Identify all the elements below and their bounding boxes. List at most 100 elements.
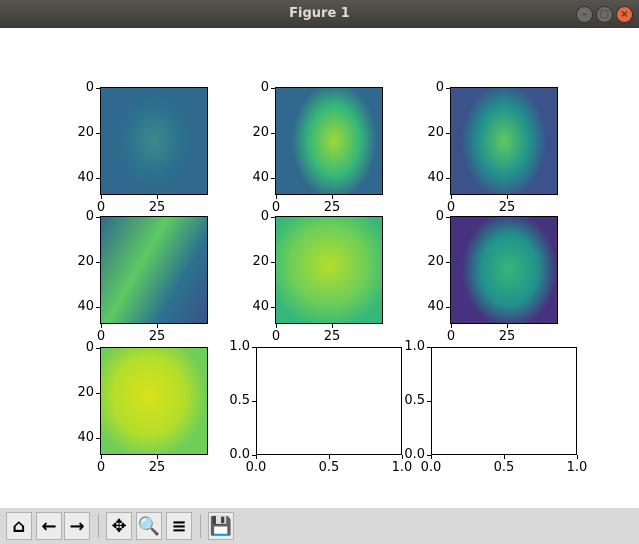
ytick-mark <box>271 178 275 179</box>
ytick-mark <box>96 348 100 349</box>
xtick-mark <box>451 195 452 199</box>
xtick-mark <box>157 195 158 199</box>
ytick-label: 40 <box>77 430 94 445</box>
xtick-mark <box>101 455 102 459</box>
zoom-button[interactable]: 🔍 <box>136 512 162 540</box>
back-icon: ← <box>41 515 57 537</box>
xtick-mark <box>451 324 452 328</box>
ytick-label: 20 <box>427 254 444 269</box>
subplot-axes-8 <box>256 347 402 455</box>
home-icon: ⌂ <box>12 515 26 537</box>
ytick-mark <box>96 217 100 218</box>
configure-icon: ≡ <box>171 515 187 537</box>
ytick-mark <box>96 178 100 179</box>
configure-button[interactable]: ≡ <box>166 512 192 540</box>
xtick-label: 25 <box>148 200 166 215</box>
xtick-label: 0 <box>96 460 106 475</box>
ytick-label: 20 <box>252 254 269 269</box>
face-image <box>276 217 382 323</box>
ytick-label: 0 <box>435 80 444 95</box>
ytick-label: 0 <box>435 209 444 224</box>
forward-icon: → <box>69 515 85 537</box>
xtick-mark <box>101 324 102 328</box>
ytick-label: 20 <box>252 125 269 140</box>
xtick-label: 0 <box>446 329 456 344</box>
face-image <box>101 88 207 194</box>
ytick-mark <box>427 401 431 402</box>
ytick-label: 20 <box>427 125 444 140</box>
ytick-label: 40 <box>252 299 269 314</box>
save-button[interactable]: 💾 <box>208 512 234 540</box>
xtick-mark <box>329 455 330 459</box>
ytick-mark <box>96 262 100 263</box>
ytick-label: 40 <box>427 299 444 314</box>
close-button[interactable]: × <box>616 6 633 23</box>
pan-icon: ✥ <box>111 515 127 537</box>
ytick-mark <box>271 262 275 263</box>
ytick-mark <box>446 262 450 263</box>
ytick-mark <box>96 133 100 134</box>
xtick-label: 0 <box>96 200 106 215</box>
home-button[interactable]: ⌂ <box>6 512 32 540</box>
xtick-mark <box>332 324 333 328</box>
subplot-axes-1 <box>100 87 208 195</box>
subplot-axes-2 <box>275 87 383 195</box>
minimize-button[interactable]: – <box>576 6 593 23</box>
navigation-toolbar: ⌂ ← → ✥ 🔍 ≡ 💾 <box>0 508 639 544</box>
xtick-label: 25 <box>148 460 166 475</box>
ytick-label: 40 <box>77 299 94 314</box>
subplot-axes-4 <box>100 216 208 324</box>
xtick-label: 0 <box>446 200 456 215</box>
face-image <box>451 88 557 194</box>
toolbar-separator <box>200 514 201 538</box>
ytick-mark <box>96 438 100 439</box>
xtick-mark <box>431 455 432 459</box>
face-image <box>101 348 207 454</box>
subplot-axes-7 <box>100 347 208 455</box>
xtick-mark <box>402 455 403 459</box>
xtick-label: 1.0 <box>391 460 413 475</box>
back-button[interactable]: ← <box>36 512 62 540</box>
ytick-label: 1.0 <box>404 339 425 354</box>
subplot-axes-3 <box>450 87 558 195</box>
xtick-label: 25 <box>498 329 516 344</box>
ytick-label: 0 <box>260 80 269 95</box>
ytick-mark <box>271 307 275 308</box>
ytick-mark <box>427 347 431 348</box>
xtick-mark <box>276 195 277 199</box>
ytick-label: 20 <box>77 385 94 400</box>
xtick-mark <box>332 195 333 199</box>
save-icon: 💾 <box>209 515 233 537</box>
ytick-mark <box>446 133 450 134</box>
xtick-label: 0 <box>96 329 106 344</box>
zoom-icon: 🔍 <box>137 515 161 537</box>
ytick-label: 0 <box>85 80 94 95</box>
ytick-label: 0 <box>85 209 94 224</box>
xtick-mark <box>157 324 158 328</box>
subplot-axes-9 <box>431 347 577 455</box>
maximize-button[interactable]: □ <box>596 6 613 23</box>
ytick-mark <box>271 133 275 134</box>
xtick-label: 25 <box>323 200 341 215</box>
xtick-label: 25 <box>498 200 516 215</box>
ytick-label: 0 <box>260 209 269 224</box>
xtick-mark <box>507 324 508 328</box>
xtick-mark <box>256 455 257 459</box>
xtick-label: 0.0 <box>420 460 442 475</box>
pan-button[interactable]: ✥ <box>106 512 132 540</box>
ytick-mark <box>96 393 100 394</box>
ytick-label: 0.5 <box>404 393 425 408</box>
subplot-axes-6 <box>450 216 558 324</box>
ytick-mark <box>446 178 450 179</box>
xtick-label: 1.0 <box>566 460 588 475</box>
ytick-mark <box>96 88 100 89</box>
window-titlebar: Figure 1 – □ × <box>0 0 639 28</box>
xtick-label: 25 <box>323 329 341 344</box>
xtick-label: 0.5 <box>493 460 515 475</box>
forward-button[interactable]: → <box>64 512 90 540</box>
ytick-label: 0 <box>85 340 94 355</box>
ytick-label: 0.5 <box>229 393 250 408</box>
xtick-label: 0 <box>271 329 281 344</box>
ytick-mark <box>96 307 100 308</box>
ytick-mark <box>271 88 275 89</box>
